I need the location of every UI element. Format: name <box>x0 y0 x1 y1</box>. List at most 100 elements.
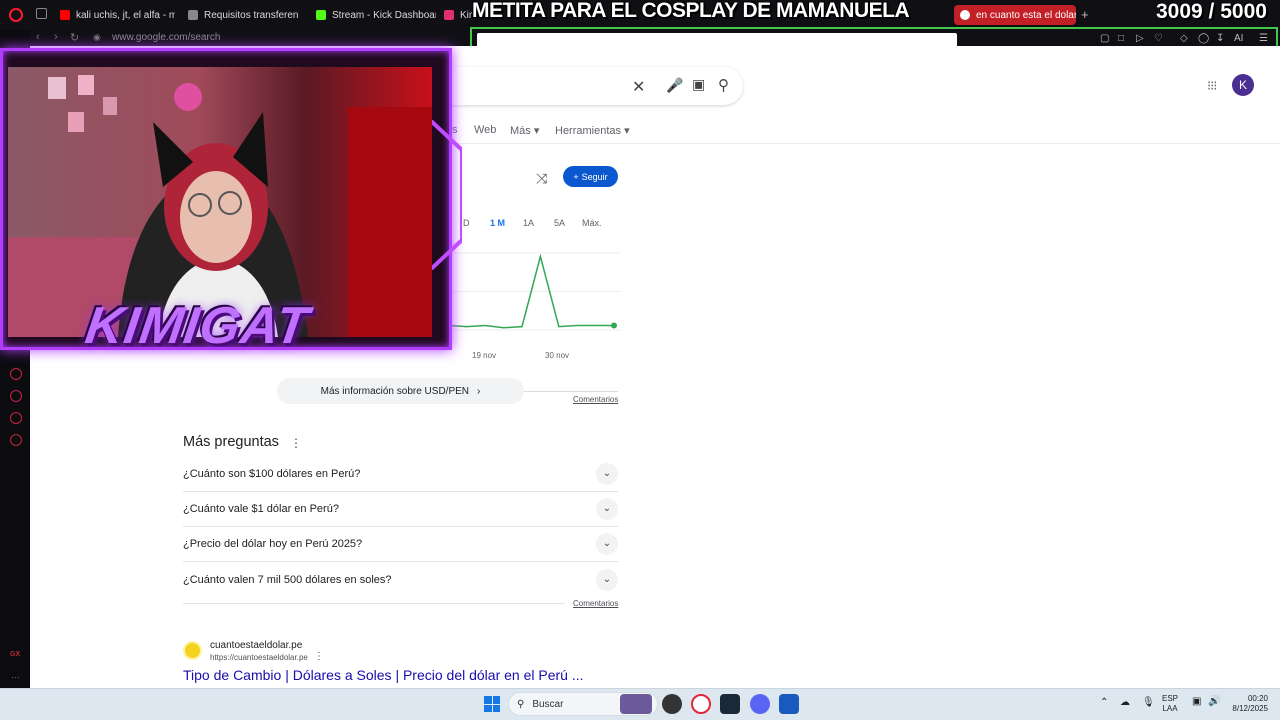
tab-requisitos[interactable]: Requisitos transferencia <box>188 5 298 25</box>
tab-instagram[interactable]: Kim <box>444 5 472 25</box>
new-tab-icon[interactable]: + <box>1081 7 1089 22</box>
range-5y[interactable]: 5A <box>554 218 565 228</box>
opera-gx-taskbar-icon[interactable] <box>691 694 711 714</box>
lens-icon[interactable]: ▣ <box>692 76 705 93</box>
tab-label: Herramientas <box>555 125 622 137</box>
result-title-link[interactable]: Tipo de Cambio | Dólares a Soles | Preci… <box>183 667 584 683</box>
google-icon <box>960 10 970 20</box>
chart-divider <box>524 391 618 392</box>
tab-label: Requisitos transferencia <box>204 9 298 21</box>
follow-label: Seguir <box>581 171 608 182</box>
tab-label: en cuanto esta el dolar en <box>976 9 1076 21</box>
cloud-icon[interactable]: ☁ <box>1120 698 1130 708</box>
chart-point <box>611 322 617 329</box>
volume-icon[interactable]: 🔊 <box>1208 697 1220 707</box>
tab-kick[interactable]: Stream - Kick Dashboard <box>316 5 436 25</box>
paa-question[interactable]: ¿Cuánto son $100 dólares en Perú? ⌄ <box>183 457 618 492</box>
start-tile <box>484 704 492 712</box>
range-1d[interactable]: D <box>463 218 470 228</box>
search-icon[interactable]: ⚲ <box>718 76 729 94</box>
apps-grid-icon[interactable]: ⁝⁝⁝ <box>1207 78 1217 94</box>
tab-label: Stream - Kick Dashboard <box>332 9 436 21</box>
clear-icon[interactable]: ✕ <box>632 77 645 97</box>
feedback-link[interactable]: Comentarios <box>573 599 618 608</box>
feedback-link[interactable]: Comentarios <box>573 395 618 404</box>
tab-youtube[interactable]: kali uchis, jt, el alfa - muñ <box>60 5 175 25</box>
bookmark-icon[interactable]: ▢ <box>1100 33 1109 44</box>
tab-mas[interactable]: Más ▾ <box>510 124 539 137</box>
back-icon[interactable]: ‹ <box>36 31 40 43</box>
tab-herramientas[interactable]: Herramientas ▾ <box>555 124 630 137</box>
player-icon[interactable] <box>10 368 22 380</box>
chevron-down-icon[interactable]: ⌄ <box>596 498 618 520</box>
more-info-label: Más información sobre USD/PEN <box>320 385 470 397</box>
extensions-icon[interactable]: ◇ <box>1180 33 1188 44</box>
search-highlight-icon[interactable] <box>620 694 652 714</box>
question-text: ¿Cuánto valen 7 mil 500 dólares en soles… <box>183 574 392 586</box>
forward-icon[interactable]: › <box>54 31 58 43</box>
webcam-frame-decoration <box>430 120 462 270</box>
discord-icon[interactable] <box>750 694 770 714</box>
tab-label: kali uchis, jt, el alfa - muñ <box>76 9 175 21</box>
result-menu-icon[interactable]: ⋮ <box>314 651 324 662</box>
tab-label: Kim <box>460 9 472 21</box>
follow-button[interactable]: + Seguir <box>563 166 618 187</box>
play-icon[interactable]: ▷ <box>1136 33 1144 44</box>
menu-icon[interactable]: ☰ <box>1259 33 1268 44</box>
chart-point <box>558 326 560 328</box>
word-icon[interactable] <box>779 694 799 714</box>
more-info-button[interactable]: Más información sobre USD/PEN › <box>277 378 524 404</box>
more-icon[interactable]: … <box>11 670 20 680</box>
result-url[interactable]: https://cuantoestaeldolar.pe <box>210 653 308 662</box>
search-icon: ⚲ <box>517 698 525 710</box>
chevron-down-icon[interactable]: ⌄ <box>596 569 618 591</box>
paa-question[interactable]: ¿Cuánto valen 7 mil 500 dólares en soles… <box>183 563 618 598</box>
paa-question[interactable]: ¿Precio del dólar hoy en Perú 2025? ⌄ <box>183 527 618 562</box>
microphone-icon[interactable]: 🎤 <box>666 77 683 94</box>
steam-icon[interactable] <box>720 694 740 714</box>
paa-menu-icon[interactable]: ⋮ <box>290 436 302 450</box>
microphone-tray-icon[interactable]: 🎙 <box>1142 698 1155 708</box>
chart-point <box>539 255 541 257</box>
tab-web[interactable]: Web <box>474 124 496 136</box>
windows-start-icon[interactable] <box>484 696 500 712</box>
clock[interactable]: 00:20 8/12/2025 <box>1228 694 1268 714</box>
range-1y[interactable]: 1A <box>523 218 534 228</box>
search-box[interactable]: ✕ 🎤 ▣ ⚲ <box>430 67 743 105</box>
result-site-name[interactable]: cuantoestaeldolar.pe <box>210 640 302 651</box>
tray-expand-icon[interactable]: ⌃ <box>1100 698 1108 708</box>
chevron-down-icon[interactable]: ⌄ <box>596 533 618 555</box>
clock-time: 00:20 <box>1247 694 1268 703</box>
chart-point <box>521 326 523 328</box>
account-icon[interactable]: ◯ <box>1198 33 1209 44</box>
snapshot-icon[interactable]: □ <box>1118 33 1124 44</box>
paa-question[interactable]: ¿Cuánto vale $1 dólar en Perú? ⌄ <box>183 492 618 527</box>
settings-icon[interactable] <box>10 434 22 446</box>
download-icon[interactable]: ↧ <box>1216 33 1224 44</box>
share-icon[interactable]: ⤨ <box>536 170 547 187</box>
reload-icon[interactable]: ↻ <box>70 31 79 44</box>
question-text: ¿Cuánto son $100 dólares en Perú? <box>183 468 361 480</box>
display-icon[interactable]: ▣ <box>1192 697 1201 707</box>
chevron-down-icon[interactable]: ⌄ <box>596 463 618 485</box>
heart-icon[interactable]: ♡ <box>1154 33 1163 44</box>
question-text: ¿Cuánto vale $1 dólar en Perú? <box>183 503 339 515</box>
range-max[interactable]: Máx. <box>582 218 602 228</box>
opera-logo-icon[interactable] <box>9 8 23 22</box>
url-field[interactable]: www.google.com/search <box>112 32 220 43</box>
language-indicator[interactable]: ESP LAA <box>1162 694 1178 714</box>
avatar[interactable]: K <box>1232 74 1254 96</box>
x-tick-19nov: 19 nov <box>472 351 497 360</box>
aria-ai-button[interactable]: AI <box>1234 33 1243 44</box>
workspaces-icon[interactable] <box>36 8 47 19</box>
tab-google-active[interactable]: en cuanto esta el dolar en <box>954 5 1076 25</box>
chart-point <box>595 324 597 327</box>
history-icon[interactable] <box>10 390 22 402</box>
question-text: ¿Precio del dólar hoy en Perú 2025? <box>183 538 363 550</box>
range-1m[interactable]: 1 M <box>490 218 505 228</box>
stream-overlay-title: METITA PARA EL COSPLAY DE MAMANUELA <box>472 0 910 22</box>
app-icon[interactable] <box>662 694 682 714</box>
ai-label: AI <box>1234 33 1244 44</box>
extensions-sidebar-icon[interactable] <box>10 412 22 424</box>
taskbar-search-placeholder: Buscar <box>532 698 564 710</box>
